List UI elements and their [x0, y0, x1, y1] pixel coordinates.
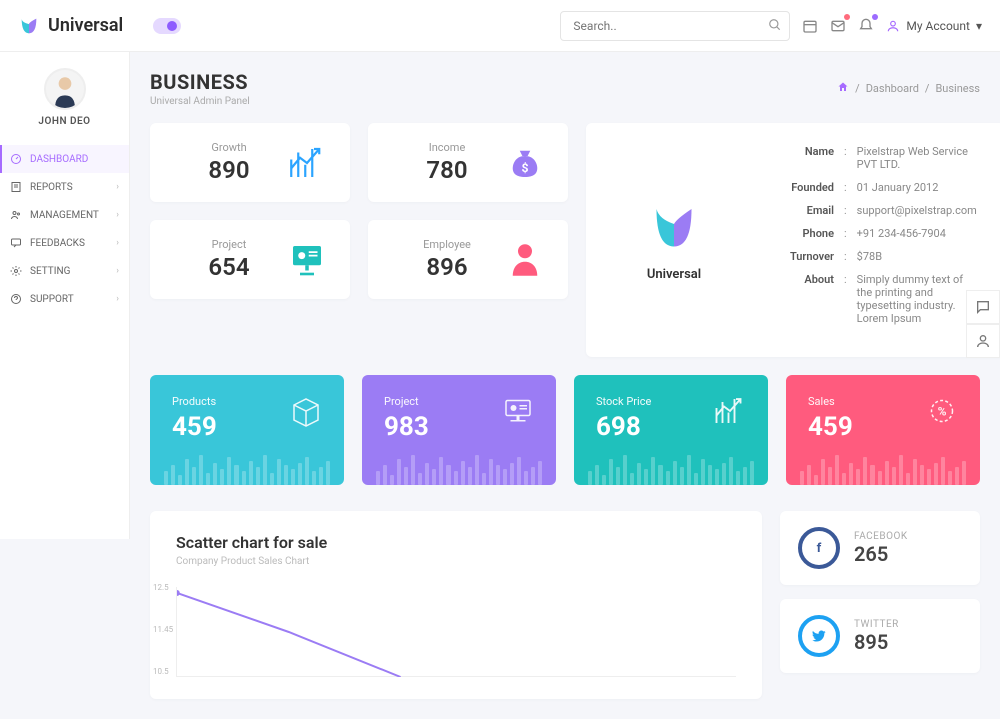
management-icon [10, 209, 22, 221]
scatter-chart-card: Scatter chart for sale Company Product S… [150, 511, 762, 699]
growth-icon [286, 142, 328, 184]
mail-icon[interactable] [830, 18, 846, 34]
stat-project: Project654 [150, 220, 350, 299]
bell-icon[interactable] [858, 18, 874, 34]
money-bag-icon: $ [504, 142, 546, 184]
metric-card-stock-price[interactable]: Stock Price698 [574, 375, 768, 485]
company-info-row: Turnover:$78B [764, 250, 977, 263]
breadcrumb: / Dashboard / Business [837, 81, 980, 96]
page-subtitle: Universal Admin Panel [150, 96, 250, 107]
crumb-dashboard[interactable]: Dashboard [866, 82, 919, 95]
metric-card-sales[interactable]: Sales459% [786, 375, 980, 485]
svg-text:$: $ [521, 160, 528, 174]
presentation-icon [286, 239, 328, 281]
nav-support[interactable]: SUPPORT› [0, 285, 129, 313]
logo-icon [18, 15, 40, 37]
nav-setting[interactable]: SETTING› [0, 257, 129, 285]
chevron-right-icon: › [116, 294, 119, 304]
tw-icon [798, 615, 840, 657]
metric-icon [288, 393, 324, 433]
fb-icon: f [798, 527, 840, 569]
nav-dashboard[interactable]: DASHBOARD [0, 145, 129, 173]
account-label: My Account [906, 19, 970, 33]
nav-management[interactable]: MANAGEMENT› [0, 201, 129, 229]
feedback-icon [10, 237, 22, 249]
reports-icon [10, 181, 22, 193]
chart-area: 12.5 11.45 10.5 [176, 587, 736, 677]
header: Universal My Account ▾ [0, 0, 1000, 52]
search-box [560, 11, 790, 41]
company-name: Universal [647, 267, 701, 282]
company-info-row: Email:support@pixelstrap.com [764, 204, 977, 217]
chart-subtitle: Company Product Sales Chart [176, 556, 736, 567]
chevron-right-icon: › [116, 238, 119, 248]
chat-button[interactable] [966, 290, 1000, 324]
svg-text:%: % [938, 405, 947, 419]
company-info-row: Founded:01 January 2012 [764, 181, 977, 194]
settings-button[interactable] [966, 324, 1000, 358]
stat-growth: Growth890 [150, 123, 350, 202]
chevron-right-icon: › [116, 266, 119, 276]
metric-icon [500, 393, 536, 433]
nav-feedbacks[interactable]: FEEDBACKS› [0, 229, 129, 257]
metric-icon [712, 393, 748, 433]
nav-reports[interactable]: REPORTS› [0, 173, 129, 201]
chevron-right-icon: › [116, 210, 119, 220]
company-info-row: About:Simply dummy text of the printing … [764, 273, 977, 325]
company-logo-icon [644, 199, 704, 259]
search-input[interactable] [560, 11, 790, 41]
company-card: Universal Name:Pixelstrap Web Service PV… [586, 123, 1000, 357]
dashboard-icon [10, 153, 22, 165]
gear-icon [10, 265, 22, 277]
metric-card-project[interactable]: Project983 [362, 375, 556, 485]
social-card-tw[interactable]: TWITTER895 [780, 599, 980, 673]
calendar-icon[interactable] [802, 18, 818, 34]
user-icon [886, 19, 900, 33]
stat-employee: Employee896 [368, 220, 568, 299]
floating-buttons [966, 290, 1000, 358]
metric-card-products[interactable]: Products459 [150, 375, 344, 485]
sidebar: JOHN DEO DASHBOARD REPORTS› MANAGEMENT› … [0, 52, 130, 539]
chevron-right-icon: › [116, 182, 119, 192]
metric-icon: % [924, 393, 960, 433]
crumb-current: Business [935, 82, 980, 95]
page-title: BUSINESS [150, 70, 250, 94]
account-menu[interactable]: My Account ▾ [886, 19, 982, 33]
brand-name: Universal [48, 15, 123, 36]
support-icon [10, 293, 22, 305]
company-info-row: Phone:+91 234-456-7904 [764, 227, 977, 240]
person-icon [504, 239, 546, 281]
user-name: JOHN DEO [0, 116, 129, 127]
stat-income: Income780 $ [368, 123, 568, 202]
chart-title: Scatter chart for sale [176, 533, 736, 552]
nav: DASHBOARD REPORTS› MANAGEMENT› FEEDBACKS… [0, 145, 129, 313]
avatar[interactable] [44, 68, 86, 110]
company-info-row: Name:Pixelstrap Web Service PVT LTD. [764, 145, 977, 171]
page-header: BUSINESS Universal Admin Panel / Dashboa… [150, 70, 980, 107]
chevron-down-icon: ▾ [976, 19, 982, 33]
sidebar-toggle[interactable] [153, 18, 181, 34]
home-icon[interactable] [837, 81, 849, 96]
social-card-fb[interactable]: fFACEBOOK265 [780, 511, 980, 585]
brand-logo[interactable]: Universal [18, 15, 123, 37]
search-icon[interactable] [768, 18, 782, 36]
